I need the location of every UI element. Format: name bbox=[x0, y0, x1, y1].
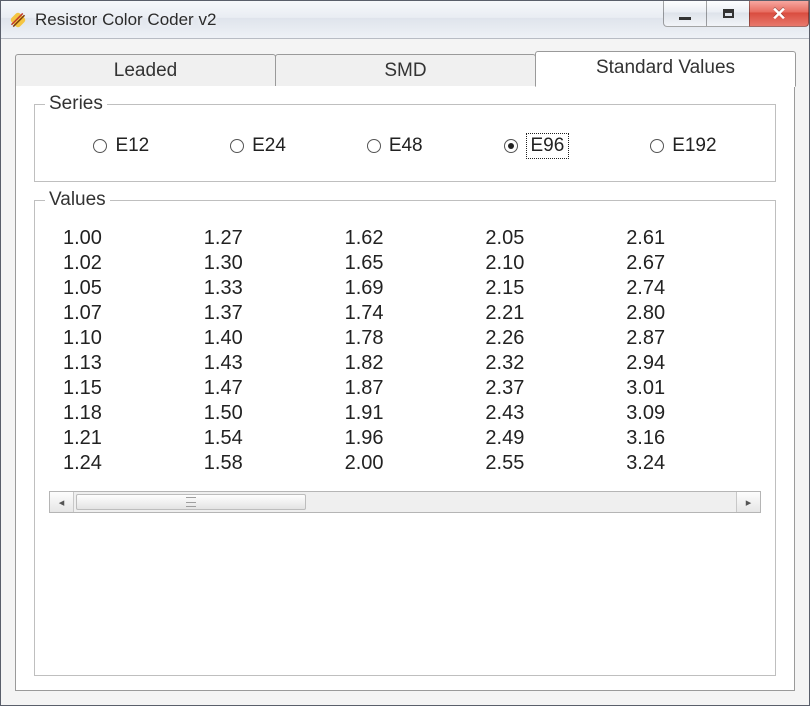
radio-label: E12 bbox=[115, 135, 149, 157]
value-cell: 1.18 bbox=[53, 402, 194, 425]
scroll-right-arrow-icon[interactable]: ▸ bbox=[736, 492, 760, 512]
value-cell: 1.05 bbox=[53, 277, 194, 300]
value-cell: 3.09 bbox=[616, 402, 757, 425]
radio-label: E96 bbox=[526, 133, 570, 159]
value-cell: 3.01 bbox=[616, 377, 757, 400]
scroll-left-arrow-icon[interactable]: ◂ bbox=[50, 492, 74, 512]
value-cell: 1.74 bbox=[335, 302, 476, 325]
values-groupbox: Values 1.001.271.622.052.611.021.301.652… bbox=[34, 200, 776, 676]
radio-label: E48 bbox=[389, 135, 423, 157]
value-cell: 2.15 bbox=[475, 277, 616, 300]
value-cell: 2.55 bbox=[475, 452, 616, 475]
value-cell: 2.61 bbox=[616, 227, 757, 250]
radio-e24[interactable]: E24 bbox=[230, 135, 286, 157]
close-button[interactable]: ✕ bbox=[749, 1, 809, 27]
tab-leaded[interactable]: Leaded bbox=[15, 54, 276, 86]
value-cell: 2.74 bbox=[616, 277, 757, 300]
value-cell: 2.94 bbox=[616, 352, 757, 375]
tab-page-standard-values: Series E12 E24 E48 bbox=[15, 85, 795, 691]
scroll-track[interactable] bbox=[74, 492, 736, 512]
radio-icon bbox=[650, 139, 664, 153]
value-cell: 3.16 bbox=[616, 427, 757, 450]
value-cell: 1.69 bbox=[335, 277, 476, 300]
titlebar: Resistor Color Coder v2 ✕ bbox=[1, 1, 809, 39]
value-cell: 2.43 bbox=[475, 402, 616, 425]
tab-strip: Leaded SMD Standard Values bbox=[15, 49, 795, 85]
tab-label: Standard Values bbox=[596, 57, 735, 78]
value-cell: 1.02 bbox=[53, 252, 194, 275]
window-title: Resistor Color Coder v2 bbox=[35, 10, 216, 30]
radio-icon bbox=[93, 139, 107, 153]
value-cell: 1.50 bbox=[194, 402, 335, 425]
value-cell: 1.40 bbox=[194, 327, 335, 350]
value-cell: 1.54 bbox=[194, 427, 335, 450]
value-cell: 2.21 bbox=[475, 302, 616, 325]
value-cell: 2.80 bbox=[616, 302, 757, 325]
window-controls: ✕ bbox=[664, 1, 809, 27]
value-cell: 1.13 bbox=[53, 352, 194, 375]
value-cell: 2.49 bbox=[475, 427, 616, 450]
radio-e192[interactable]: E192 bbox=[650, 135, 716, 157]
value-cell: 1.87 bbox=[335, 377, 476, 400]
radio-icon bbox=[504, 139, 518, 153]
radio-label: E192 bbox=[672, 135, 716, 157]
value-cell: 1.62 bbox=[335, 227, 476, 250]
value-cell: 2.05 bbox=[475, 227, 616, 250]
values-legend: Values bbox=[45, 189, 110, 211]
value-cell: 2.26 bbox=[475, 327, 616, 350]
value-cell: 1.91 bbox=[335, 402, 476, 425]
value-cell: 1.58 bbox=[194, 452, 335, 475]
radio-e48[interactable]: E48 bbox=[367, 135, 423, 157]
value-cell: 1.96 bbox=[335, 427, 476, 450]
radio-e12[interactable]: E12 bbox=[93, 135, 149, 157]
value-cell: 1.10 bbox=[53, 327, 194, 350]
value-cell: 1.00 bbox=[53, 227, 194, 250]
value-cell: 1.65 bbox=[335, 252, 476, 275]
value-cell: 2.37 bbox=[475, 377, 616, 400]
value-cell: 2.00 bbox=[335, 452, 476, 475]
value-cell: 1.21 bbox=[53, 427, 194, 450]
value-cell: 1.37 bbox=[194, 302, 335, 325]
scroll-grip-icon bbox=[186, 497, 196, 507]
series-legend: Series bbox=[45, 93, 107, 115]
app-window: Resistor Color Coder v2 ✕ Leaded SMD Sta… bbox=[0, 0, 810, 706]
value-cell: 1.33 bbox=[194, 277, 335, 300]
radio-icon bbox=[230, 139, 244, 153]
value-cell: 2.32 bbox=[475, 352, 616, 375]
value-cell: 1.15 bbox=[53, 377, 194, 400]
client-area: Leaded SMD Standard Values Series E12 bbox=[1, 39, 809, 705]
value-cell: 2.87 bbox=[616, 327, 757, 350]
series-groupbox: Series E12 E24 E48 bbox=[34, 104, 776, 182]
value-cell: 1.78 bbox=[335, 327, 476, 350]
values-grid: 1.001.271.622.052.61 1.021.301.652.102.67… bbox=[49, 221, 761, 485]
radio-label: E24 bbox=[252, 135, 286, 157]
radio-e96[interactable]: E96 bbox=[504, 133, 570, 159]
value-cell: 1.43 bbox=[194, 352, 335, 375]
value-cell: 1.82 bbox=[335, 352, 476, 375]
tab-smd[interactable]: SMD bbox=[275, 54, 536, 86]
value-cell: 3.24 bbox=[616, 452, 757, 475]
resistor-icon bbox=[9, 11, 27, 29]
value-cell: 1.47 bbox=[194, 377, 335, 400]
value-cell: 1.30 bbox=[194, 252, 335, 275]
value-cell: 2.67 bbox=[616, 252, 757, 275]
value-cell: 1.07 bbox=[53, 302, 194, 325]
tab-standard-values[interactable]: Standard Values bbox=[535, 51, 796, 87]
horizontal-scrollbar[interactable]: ◂ ▸ bbox=[49, 491, 761, 513]
value-cell: 2.10 bbox=[475, 252, 616, 275]
series-radio-row: E12 E24 E48 E96 bbox=[49, 125, 761, 167]
value-cell: 1.27 bbox=[194, 227, 335, 250]
scroll-thumb[interactable] bbox=[76, 494, 306, 510]
minimize-button[interactable] bbox=[663, 1, 707, 27]
tab-label: SMD bbox=[384, 60, 426, 81]
tab-label: Leaded bbox=[114, 60, 177, 81]
maximize-button[interactable] bbox=[706, 1, 750, 27]
value-cell: 1.24 bbox=[53, 452, 194, 475]
radio-icon bbox=[367, 139, 381, 153]
